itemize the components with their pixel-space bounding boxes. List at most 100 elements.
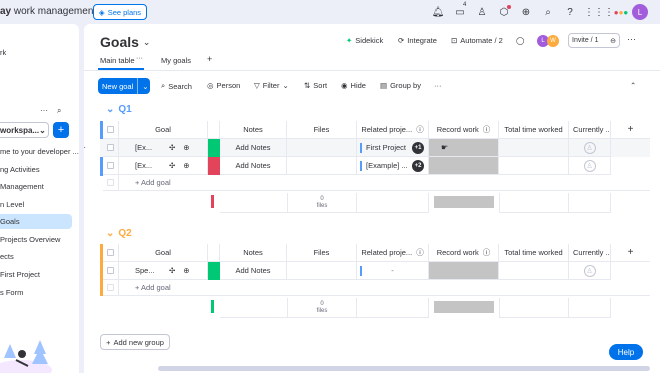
column-header-notes[interactable]: Notes: [220, 244, 287, 262]
sidebar-item-level[interactable]: n Level: [0, 200, 24, 209]
column-header-status[interactable]: [208, 244, 220, 262]
files-cell[interactable]: [287, 139, 357, 157]
table-row[interactable]: Spe... ✣ ⊕ Add Notes - ♙: [100, 262, 650, 280]
add-view-icon[interactable]: +: [207, 54, 212, 64]
column-header-currently[interactable]: Currently ...: [569, 121, 611, 139]
expand-icon[interactable]: ✣: [169, 266, 175, 275]
search-icon[interactable]: ⌕: [541, 5, 555, 19]
currently-cell[interactable]: ♙: [569, 157, 611, 175]
column-header-related[interactable]: Related proje... ⓘ: [357, 244, 429, 262]
record-work-cell[interactable]: ☛: [429, 139, 499, 157]
currently-cell[interactable]: ♙: [569, 139, 611, 157]
inbox-icon[interactable]: ▭ 4: [453, 2, 467, 19]
help-icon[interactable]: ?: [563, 5, 577, 19]
page-title[interactable]: Goals ⌄: [100, 34, 150, 50]
sidebar-item-projects[interactable]: ects: [0, 252, 14, 261]
search-button[interactable]: ⌕ Search: [161, 81, 192, 91]
invite-button[interactable]: Invite / 1 ⊖: [568, 33, 620, 48]
new-goal-button[interactable]: New goal ⌄: [98, 78, 150, 94]
tab-my-goals[interactable]: My goals: [161, 56, 191, 65]
column-header-currently[interactable]: Currently ...: [569, 244, 611, 262]
grid-icon[interactable]: ⋮⋮⋮: [584, 5, 614, 19]
add-goal-input[interactable]: + Add goal: [119, 280, 650, 296]
sidekick-button[interactable]: ✦ Sidekick: [346, 36, 383, 45]
sidebar-item-work[interactable]: rk: [0, 48, 6, 57]
avatar[interactable]: W: [547, 35, 559, 47]
help-button[interactable]: Help: [609, 344, 643, 360]
column-header-total-time[interactable]: Total time worked: [499, 121, 569, 139]
group-title-q2[interactable]: ⌄ Q2: [106, 228, 132, 239]
column-header-goal[interactable]: Goal: [119, 121, 208, 139]
select-all-checkbox[interactable]: [103, 244, 119, 262]
workspace-selector[interactable]: workspa... ⌄: [0, 122, 49, 138]
column-header-goal[interactable]: Goal: [119, 244, 208, 262]
status-cell[interactable]: [208, 262, 220, 280]
column-header-files[interactable]: Files: [287, 121, 357, 139]
row-checkbox[interactable]: [103, 139, 119, 157]
column-header-record-work[interactable]: Record work ⓘ: [429, 244, 499, 262]
tab-main-table[interactable]: Main table: [100, 56, 135, 65]
goal-cell[interactable]: [Ex... ✣ ⊕: [119, 157, 208, 175]
add-goal-row[interactable]: + Add goal: [100, 280, 650, 296]
sidebar-more-icon[interactable]: ···: [40, 106, 48, 115]
sort-button[interactable]: ⇅ Sort: [304, 81, 327, 90]
related-project-cell[interactable]: First Project +1: [357, 139, 429, 157]
add-update-icon[interactable]: ⊕: [183, 266, 189, 275]
goal-cell[interactable]: Spe... ✣ ⊕: [119, 262, 208, 280]
bell-icon[interactable]: 🔔︎: [431, 5, 445, 19]
currently-cell[interactable]: ♙: [569, 262, 611, 280]
goal-cell[interactable]: [Ex... ✣ ⊕: [119, 139, 208, 157]
add-goal-row[interactable]: + Add goal: [100, 175, 650, 191]
column-header-files[interactable]: Files: [287, 244, 357, 262]
sidebar-item-first-project[interactable]: First Project: [0, 270, 40, 279]
sidebar-item-activities[interactable]: ng Activities: [0, 165, 40, 174]
automate-button[interactable]: ⊡ Automate / 2: [451, 36, 503, 45]
toolbar-more-icon[interactable]: ···: [434, 81, 442, 90]
sidebar-search-icon[interactable]: ⌕: [57, 106, 61, 116]
see-plans-button[interactable]: ◈ See plans: [93, 4, 147, 20]
column-header-total-time[interactable]: Total time worked: [499, 244, 569, 262]
notes-cell[interactable]: Add Notes: [220, 139, 287, 157]
updates-icon[interactable]: ◯: [516, 36, 524, 45]
status-cell[interactable]: [208, 157, 220, 175]
apps-icon[interactable]: ⬡: [497, 5, 511, 19]
status-cell[interactable]: [208, 139, 220, 157]
user-avatar[interactable]: L: [632, 4, 648, 20]
row-more-icon[interactable]: ···: [84, 143, 86, 152]
group-by-button[interactable]: ▤ Group by: [380, 81, 421, 90]
horizontal-scrollbar[interactable]: [158, 366, 650, 371]
person-filter-button[interactable]: ◎ Person: [207, 81, 240, 90]
notes-cell[interactable]: Add Notes: [220, 157, 287, 175]
select-all-checkbox[interactable]: [103, 121, 119, 139]
add-new-group-button[interactable]: + Add new group: [100, 334, 170, 350]
integrations-icon[interactable]: ⊕: [519, 5, 533, 19]
add-update-icon[interactable]: ⊕: [183, 161, 189, 170]
filter-button[interactable]: ▽ Filter ⌄: [254, 81, 289, 90]
column-header-related[interactable]: Related proje... ⓘ: [357, 121, 429, 139]
sidebar-item-form[interactable]: s Form: [0, 288, 23, 297]
collapse-icon[interactable]: ⌃: [630, 81, 636, 90]
related-project-cell[interactable]: [Example] ... +2: [357, 157, 429, 175]
invite-members-icon[interactable]: ♙: [475, 5, 489, 19]
expand-icon[interactable]: ✣: [169, 143, 175, 152]
group-title-q1[interactable]: ⌄ Q1: [106, 104, 132, 115]
expand-icon[interactable]: ✣: [169, 161, 175, 170]
sidebar-item-welcome[interactable]: me to your developer ...: [0, 147, 79, 156]
record-work-cell[interactable]: [429, 262, 499, 280]
add-workspace-button[interactable]: +: [53, 122, 69, 138]
related-project-cell[interactable]: -: [357, 262, 429, 280]
tab-more-icon[interactable]: ···: [136, 55, 143, 62]
add-update-icon[interactable]: ⊕: [183, 143, 189, 152]
sidebar-item-goals[interactable]: Goals: [0, 217, 20, 226]
table-row[interactable]: ··· [Ex...✣⊕ Add Notes First Project+1 ☛…: [84, 139, 650, 157]
files-cell[interactable]: [287, 157, 357, 175]
integrate-button[interactable]: ⟳ Integrate: [398, 36, 437, 45]
row-checkbox[interactable]: [103, 157, 119, 175]
add-column-icon[interactable]: +: [611, 121, 650, 139]
board-more-icon[interactable]: ···: [627, 34, 636, 44]
sidebar-item-management[interactable]: Management: [0, 182, 44, 191]
add-goal-input[interactable]: + Add goal: [119, 175, 650, 191]
row-checkbox[interactable]: [103, 262, 119, 280]
files-cell[interactable]: [287, 262, 357, 280]
add-column-icon[interactable]: +: [611, 244, 650, 262]
